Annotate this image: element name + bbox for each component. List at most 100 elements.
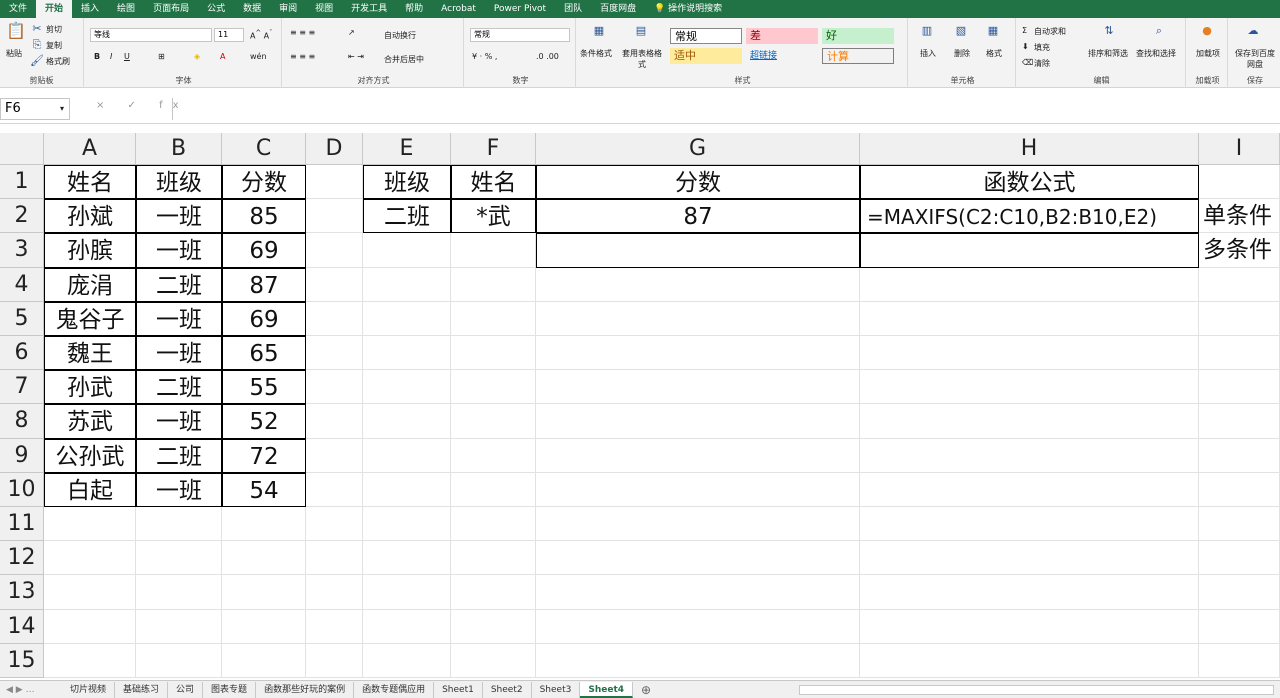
- cell-E12[interactable]: [363, 541, 451, 576]
- cell-B1[interactable]: 班级: [136, 165, 222, 200]
- cell-D5[interactable]: [306, 301, 363, 336]
- cell-I12[interactable]: [1199, 541, 1280, 576]
- align-left-icon[interactable]: ≡ ≡ ≡: [290, 52, 315, 61]
- cell-C4[interactable]: 87: [222, 267, 306, 302]
- row-header-1[interactable]: 1: [0, 165, 44, 200]
- table-format-button[interactable]: 套用表格格式: [622, 48, 662, 70]
- underline-button[interactable]: U: [124, 52, 130, 61]
- cell-B9[interactable]: 二班: [136, 438, 222, 473]
- cell-A4[interactable]: 庞涓: [44, 267, 136, 302]
- cell-C5[interactable]: 69: [222, 301, 306, 336]
- cell-H11[interactable]: [860, 507, 1199, 542]
- cell-E7[interactable]: [363, 370, 451, 405]
- row-header-2[interactable]: 2: [0, 199, 44, 234]
- cell-G1[interactable]: 分数: [536, 165, 860, 200]
- cell-F1[interactable]: 姓名: [451, 165, 536, 200]
- number-format-select[interactable]: 常规: [470, 28, 570, 42]
- cell-B11[interactable]: [136, 507, 222, 542]
- phonetic-icon[interactable]: wén: [250, 52, 267, 61]
- cell-A8[interactable]: 苏武: [44, 404, 136, 439]
- cell-G11[interactable]: [536, 507, 860, 542]
- cell-A12[interactable]: [44, 541, 136, 576]
- cell-E10[interactable]: [363, 472, 451, 507]
- cell-G14[interactable]: [536, 609, 860, 644]
- paste-button[interactable]: 粘贴: [6, 48, 22, 59]
- clear-button[interactable]: 清除: [1034, 58, 1050, 69]
- style-good[interactable]: 好: [822, 28, 894, 44]
- cell-E1[interactable]: 班级: [363, 165, 451, 200]
- conditional-format-button[interactable]: 条件格式: [580, 48, 612, 59]
- cell-E15[interactable]: [363, 643, 451, 678]
- cell-E5[interactable]: [363, 301, 451, 336]
- cell-F9[interactable]: [451, 438, 536, 473]
- cell-D7[interactable]: [306, 370, 363, 405]
- paste-icon[interactable]: 📋: [6, 23, 26, 44]
- cell-I4[interactable]: [1199, 267, 1280, 302]
- cell-G13[interactable]: [536, 575, 860, 610]
- tab-acrobat[interactable]: Acrobat: [432, 0, 485, 18]
- cell-C10[interactable]: 54: [222, 472, 306, 507]
- cell-A7[interactable]: 孙武: [44, 370, 136, 405]
- cell-H5[interactable]: [860, 301, 1199, 336]
- cell-G7[interactable]: [536, 370, 860, 405]
- tab-view[interactable]: 视图: [306, 0, 342, 18]
- addins-button[interactable]: 加载项: [1194, 48, 1222, 59]
- cell-F12[interactable]: [451, 541, 536, 576]
- sheet-tab-Sheet1[interactable]: Sheet1: [434, 681, 483, 698]
- cell-D12[interactable]: [306, 541, 363, 576]
- sheet-tab-Sheet4[interactable]: Sheet4: [580, 681, 634, 698]
- formula-input[interactable]: [172, 98, 1278, 120]
- sheet-tab-切片视频[interactable]: 切片视频: [62, 681, 116, 698]
- cell-D11[interactable]: [306, 507, 363, 542]
- cell-I9[interactable]: [1199, 438, 1280, 473]
- cell-C8[interactable]: 52: [222, 404, 306, 439]
- cell-G15[interactable]: [536, 643, 860, 678]
- column-header-H[interactable]: H: [860, 133, 1199, 165]
- border-icon[interactable]: ⊞: [158, 52, 165, 61]
- cell-H6[interactable]: [860, 336, 1199, 371]
- cell-E6[interactable]: [363, 336, 451, 371]
- cell-C6[interactable]: 65: [222, 336, 306, 371]
- column-header-A[interactable]: A: [44, 133, 136, 165]
- cell-F3[interactable]: [451, 233, 536, 268]
- cell-H1[interactable]: 函数公式: [860, 165, 1199, 200]
- currency-icon[interactable]: ¥ · % ,: [472, 52, 497, 61]
- style-bad[interactable]: 差: [746, 28, 818, 44]
- cell-A13[interactable]: [44, 575, 136, 610]
- cell-H12[interactable]: [860, 541, 1199, 576]
- cell-B13[interactable]: [136, 575, 222, 610]
- cell-B2[interactable]: 一班: [136, 199, 222, 234]
- cell-I2[interactable]: 单条件: [1199, 199, 1280, 234]
- cell-F6[interactable]: [451, 336, 536, 371]
- style-neutral[interactable]: 适中: [670, 48, 742, 64]
- bold-button[interactable]: B: [94, 52, 100, 61]
- fill-color-icon[interactable]: ◈: [194, 52, 200, 61]
- cell-H8[interactable]: [860, 404, 1199, 439]
- cell-G2[interactable]: 87: [536, 199, 860, 234]
- cell-I13[interactable]: [1199, 575, 1280, 610]
- cell-D10[interactable]: [306, 472, 363, 507]
- cell-F14[interactable]: [451, 609, 536, 644]
- style-hyperlink[interactable]: 超链接: [746, 48, 818, 64]
- cell-H13[interactable]: [860, 575, 1199, 610]
- cell-I15[interactable]: [1199, 643, 1280, 678]
- tab-home[interactable]: 开始: [36, 0, 73, 18]
- cell-B5[interactable]: 一班: [136, 301, 222, 336]
- sheet-tab-函数那些好玩的案例[interactable]: 函数那些好玩的案例: [256, 681, 355, 698]
- column-header-E[interactable]: E: [363, 133, 451, 165]
- column-header-I[interactable]: I: [1199, 133, 1280, 165]
- cell-D3[interactable]: [306, 233, 363, 268]
- cell-D9[interactable]: [306, 438, 363, 473]
- cell-B10[interactable]: 一班: [136, 472, 222, 507]
- row-header-9[interactable]: 9: [0, 438, 44, 473]
- cell-E13[interactable]: [363, 575, 451, 610]
- cell-E11[interactable]: [363, 507, 451, 542]
- style-calculation[interactable]: 计算: [822, 48, 894, 64]
- cell-C11[interactable]: [222, 507, 306, 542]
- save-baidu-button[interactable]: 保存到百度网盘: [1232, 48, 1278, 70]
- cell-H9[interactable]: [860, 438, 1199, 473]
- cell-H15[interactable]: [860, 643, 1199, 678]
- cell-G5[interactable]: [536, 301, 860, 336]
- cell-D4[interactable]: [306, 267, 363, 302]
- cell-H10[interactable]: [860, 472, 1199, 507]
